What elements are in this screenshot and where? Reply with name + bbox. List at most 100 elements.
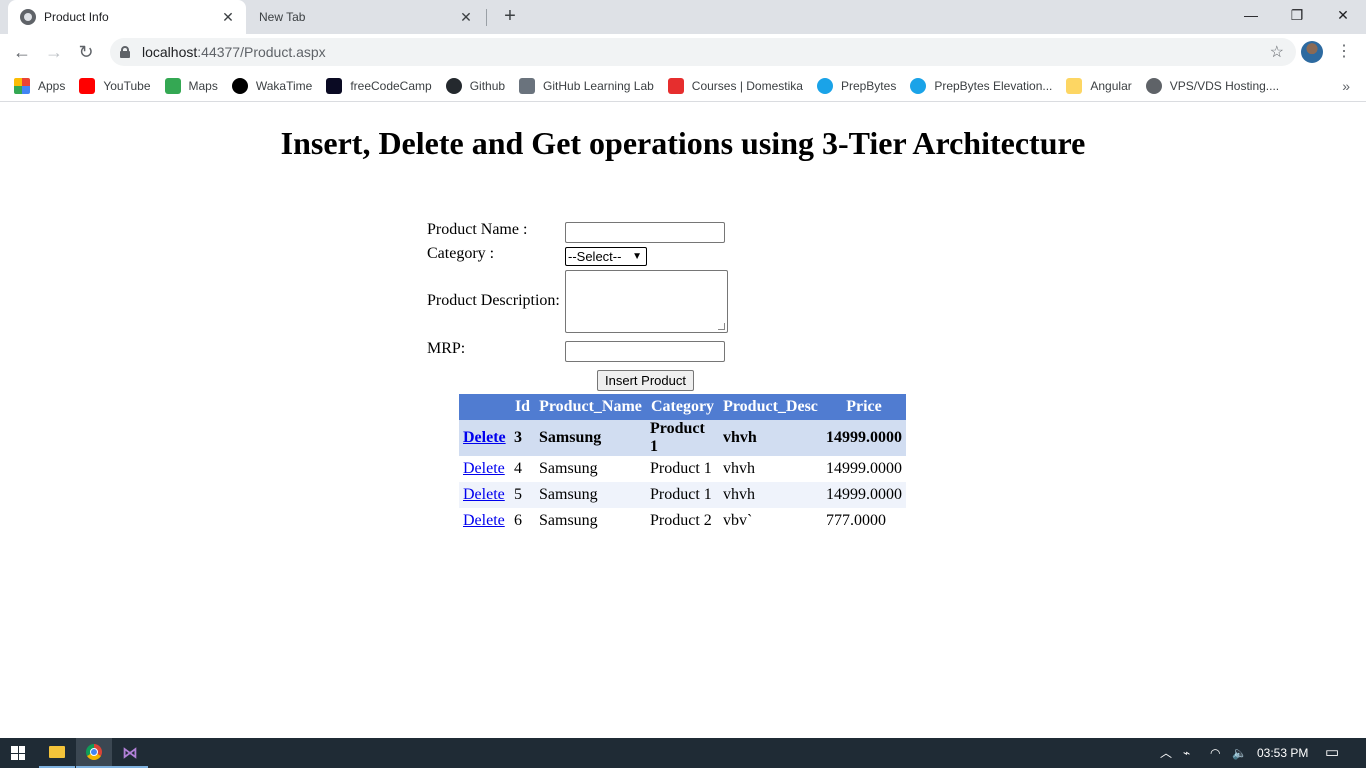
table-row: Delete 5 Samsung Product 1 vhvh 14999.0000 xyxy=(459,482,906,508)
url-path: :44377/Product.aspx xyxy=(197,44,326,60)
cell-name: Samsung xyxy=(535,482,646,508)
browser-titlebar: Product Info ✕ New Tab ✕ + — ❐ ✕ xyxy=(0,0,1366,34)
bookmark-item[interactable]: PrepBytes Elevation... xyxy=(910,77,1053,94)
category-select[interactable]: --Select-- ▼ xyxy=(565,247,647,266)
domestika-icon xyxy=(667,77,684,94)
bookmark-item[interactable]: Angular xyxy=(1066,77,1132,94)
bookmark-item[interactable]: freeCodeCamp xyxy=(326,77,432,94)
delete-link[interactable]: Delete xyxy=(463,512,505,529)
cell-category: Product 1 xyxy=(646,482,719,508)
youtube-icon xyxy=(79,77,96,94)
restore-button[interactable]: ❐ xyxy=(1274,0,1320,30)
cell-name: Samsung xyxy=(535,456,646,482)
notification-icon[interactable]: ▭ xyxy=(1325,738,1339,768)
cell-price: 14999.0000 xyxy=(822,456,906,482)
back-arrow-icon[interactable]: ← xyxy=(8,38,36,66)
bookmark-label: Angular xyxy=(1090,78,1132,93)
bookmark-label: Courses | Domestika xyxy=(691,78,803,93)
cell-desc: vhvh xyxy=(719,420,822,456)
cell-id: 6 xyxy=(510,508,535,534)
chevron-double-right-icon[interactable]: » xyxy=(1342,78,1350,94)
profile-avatar[interactable] xyxy=(1301,41,1323,63)
bookmark-item[interactable]: VPS/VDS Hosting.... xyxy=(1145,77,1279,94)
bookmark-item[interactable]: Github xyxy=(445,77,506,94)
bookmark-item[interactable]: YouTube xyxy=(79,77,151,94)
header-id: Id xyxy=(510,394,535,420)
start-button[interactable] xyxy=(0,738,36,768)
description-label: Product Description: xyxy=(427,292,560,309)
product-name-input[interactable] xyxy=(565,222,725,243)
bookmark-item[interactable]: WakaTime xyxy=(231,77,313,94)
bookmark-item[interactable]: Apps xyxy=(14,77,66,94)
close-icon[interactable]: ✕ xyxy=(216,9,240,26)
visual-studio-button[interactable]: ⋈ xyxy=(112,738,148,768)
delete-link[interactable]: Delete xyxy=(463,429,506,446)
cell-id: 4 xyxy=(510,456,535,482)
freecodecamp-icon xyxy=(326,77,343,94)
reload-icon[interactable]: ↻ xyxy=(72,38,100,66)
table-row: Delete 4 Samsung Product 1 vhvh 14999.0000 xyxy=(459,456,906,482)
address-bar[interactable]: localhost:44377/Product.aspx ☆ xyxy=(110,38,1296,66)
cell-category: Product 2 xyxy=(646,508,719,534)
bookmark-label: WakaTime xyxy=(255,78,313,93)
forward-arrow-icon[interactable]: → xyxy=(40,38,68,66)
clock-time[interactable]: 03:53 PM xyxy=(1257,738,1308,768)
chevron-down-icon: ▼ xyxy=(632,251,642,262)
page-content: Insert, Delete and Get operations using … xyxy=(0,103,1366,738)
bookmark-label: PrepBytes Elevation... xyxy=(934,78,1053,93)
bookmark-item[interactable]: Maps xyxy=(164,77,218,94)
star-icon[interactable]: ☆ xyxy=(1270,42,1284,62)
new-tab-button[interactable]: + xyxy=(498,4,522,28)
bookmark-item[interactable]: Courses | Domestika xyxy=(667,77,803,94)
header-product-desc: Product_Desc xyxy=(719,394,822,420)
table-row: Delete 6 Samsung Product 2 vbv` 777.0000 xyxy=(459,508,906,534)
category-selected-value: --Select-- xyxy=(568,249,622,264)
wifi-icon[interactable]: ◠ xyxy=(1210,738,1220,768)
visual-studio-icon: ⋈ xyxy=(122,742,138,762)
close-icon[interactable]: ✕ xyxy=(454,9,478,26)
globe-icon xyxy=(1145,77,1162,94)
form-row-mrp: MRP: xyxy=(427,340,565,358)
chrome-taskbar-button[interactable] xyxy=(76,738,112,768)
description-textarea[interactable] xyxy=(565,270,728,333)
network-icon[interactable]: ⌁ xyxy=(1183,738,1190,768)
delete-cell: Delete xyxy=(459,508,510,534)
cell-id: 5 xyxy=(510,482,535,508)
cell-desc: vbv` xyxy=(719,508,822,534)
bookmark-label: freeCodeCamp xyxy=(350,78,432,93)
bookmark-label: Github xyxy=(469,78,506,93)
tab-product-info[interactable]: Product Info ✕ xyxy=(8,0,246,34)
category-label: Category : xyxy=(427,245,495,262)
cell-category: Product 1 xyxy=(646,420,719,456)
bookmark-label: Maps xyxy=(188,78,218,93)
bookmark-label: PrepBytes xyxy=(840,78,897,93)
delete-link[interactable]: Delete xyxy=(463,460,505,477)
delete-cell: Delete xyxy=(459,420,510,456)
delete-link[interactable]: Delete xyxy=(463,486,505,503)
bookmark-item[interactable]: GitHub Learning Lab xyxy=(519,77,654,94)
tab-new-tab[interactable]: New Tab ✕ xyxy=(246,0,484,34)
minimize-button[interactable]: — xyxy=(1228,0,1274,30)
mrp-input[interactable] xyxy=(565,341,725,362)
lock-icon xyxy=(120,46,130,58)
cell-desc: vhvh xyxy=(719,482,822,508)
github-icon xyxy=(445,77,462,94)
file-explorer-button[interactable] xyxy=(39,738,75,768)
bookmark-item[interactable]: PrepBytes xyxy=(816,77,897,94)
form-row-category: Category : xyxy=(427,245,565,263)
window-close-button[interactable]: ✕ xyxy=(1320,0,1366,30)
volume-icon[interactable]: 🔈 xyxy=(1232,738,1247,768)
more-menu-icon[interactable]: ⋮ xyxy=(1336,38,1352,66)
app-window: Product Info ✕ New Tab ✕ + — ❐ ✕ ← → ↻ l… xyxy=(0,0,1366,768)
chevron-up-icon[interactable]: ︿ xyxy=(1160,738,1172,768)
insert-product-button[interactable]: Insert Product xyxy=(597,370,694,391)
tab-title: New Tab xyxy=(259,10,306,24)
bookmark-label: GitHub Learning Lab xyxy=(543,78,654,93)
windows-logo-icon xyxy=(11,746,25,760)
url-host: localhost xyxy=(142,44,198,60)
cell-price: 14999.0000 xyxy=(822,420,906,456)
bookmark-label: Apps xyxy=(38,78,66,93)
products-table: Id Product_Name Category Product_Desc Pr… xyxy=(459,394,906,534)
chrome-icon xyxy=(86,744,102,760)
form-row-description: Product Description: xyxy=(427,292,565,310)
